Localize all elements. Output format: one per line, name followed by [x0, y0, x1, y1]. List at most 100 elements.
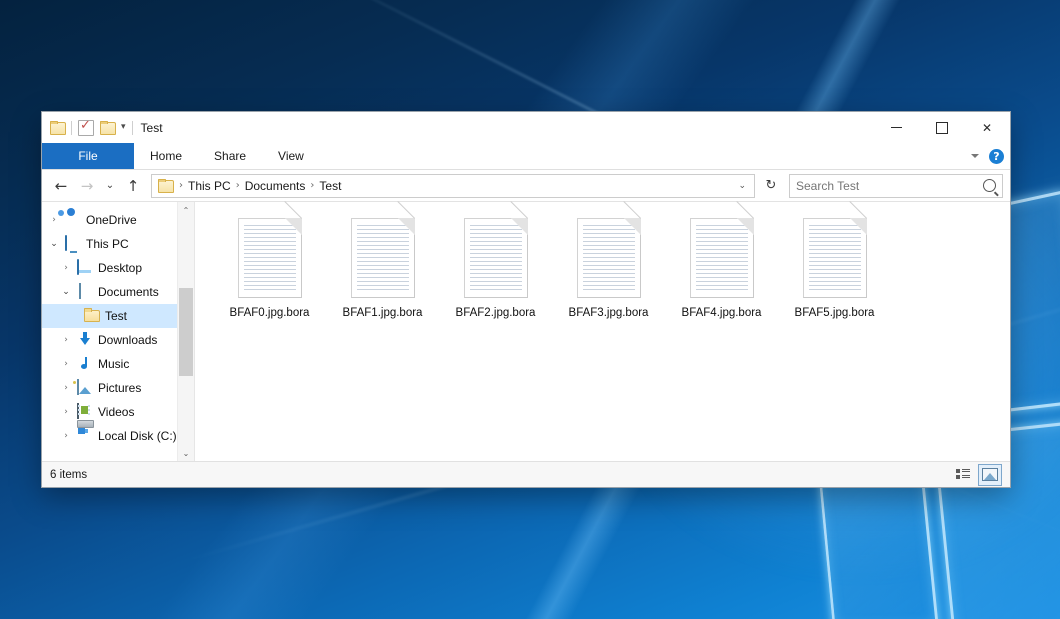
generic-file-icon: [803, 218, 867, 298]
navigation-bar: ← → ⌄ ↑ › This PC › Documents › Test ⌄ ↻…: [42, 170, 1010, 201]
tab-home[interactable]: Home: [134, 143, 198, 169]
disk-icon: [77, 428, 93, 444]
sidebar-item-downloads[interactable]: › Downloads: [42, 328, 194, 352]
sidebar-item-label: Music: [98, 357, 129, 371]
breadcrumb-separator: ›: [177, 180, 185, 191]
expander-icon[interactable]: ⌄: [48, 239, 60, 249]
file-item[interactable]: BFAF3.jpg.bora: [552, 214, 665, 319]
sidebar-item-label: Desktop: [98, 261, 142, 275]
sidebar-item-this-pc[interactable]: ⌄ This PC: [42, 232, 194, 256]
breadcrumb-separator: ›: [308, 180, 316, 191]
maximize-button[interactable]: [919, 112, 964, 143]
up-button[interactable]: ↑: [121, 174, 145, 198]
recent-locations-button[interactable]: ⌄: [101, 174, 119, 198]
breadcrumb-test[interactable]: Test: [316, 179, 344, 193]
properties-checkbox-icon[interactable]: [78, 120, 94, 136]
expander-icon[interactable]: ›: [60, 335, 72, 345]
search-box[interactable]: Search Test: [789, 174, 1003, 198]
sidebar-item-label: OneDrive: [86, 213, 137, 227]
breadcrumb-this-pc[interactable]: This PC: [185, 179, 234, 193]
quick-access-toolbar: ▾ Test: [50, 120, 163, 136]
minimize-icon: [891, 127, 902, 128]
pictures-icon: [77, 380, 93, 396]
expander-icon[interactable]: ›: [60, 407, 72, 417]
window-body: › OneDrive ⌄ This PC › Desktop ⌄ Documen…: [42, 201, 1010, 461]
file-name: BFAF1.jpg.bora: [343, 307, 423, 319]
address-dropdown-caret-icon[interactable]: ⌄: [734, 181, 750, 191]
file-item[interactable]: BFAF1.jpg.bora: [326, 214, 439, 319]
sidebar-item-label: Downloads: [98, 333, 157, 347]
file-grid: BFAF0.jpg.bora BFAF1.jpg.bora BFAF2.jpg.…: [213, 214, 1000, 319]
file-name: BFAF3.jpg.bora: [569, 307, 649, 319]
generic-file-icon: [577, 218, 641, 298]
window-controls: ✕: [874, 112, 1010, 143]
large-icons-view-icon[interactable]: [978, 464, 1002, 486]
forward-button: →: [75, 174, 99, 198]
address-folder-icon: [158, 179, 173, 192]
videos-icon: [77, 404, 93, 420]
details-view-icon[interactable]: [952, 465, 974, 485]
music-icon: [77, 356, 93, 372]
tab-file[interactable]: File: [42, 143, 134, 169]
close-button[interactable]: ✕: [964, 112, 1010, 143]
file-name: BFAF5.jpg.bora: [795, 307, 875, 319]
status-bar: 6 items: [42, 461, 1010, 487]
expander-icon[interactable]: ›: [60, 383, 72, 393]
back-button[interactable]: ←: [49, 174, 73, 198]
sidebar-item-label: Pictures: [98, 381, 141, 395]
toolbar-separator: [71, 121, 72, 135]
sidebar-item-local-disk-c[interactable]: › Local Disk (C:): [42, 424, 194, 448]
view-toggle-group: [952, 464, 1002, 486]
sidebar-item-label: Documents: [98, 285, 159, 299]
file-item[interactable]: BFAF4.jpg.bora: [665, 214, 778, 319]
maximize-icon: [936, 122, 948, 134]
expander-icon[interactable]: ›: [60, 431, 72, 441]
scrollbar-thumb[interactable]: [179, 288, 193, 376]
tab-share[interactable]: Share: [198, 143, 262, 169]
pc-icon: [65, 236, 81, 252]
folder-icon[interactable]: [50, 121, 65, 134]
chevron-down-icon[interactable]: [971, 154, 979, 158]
sidebar-item-desktop[interactable]: › Desktop: [42, 256, 194, 280]
search-icon[interactable]: [983, 179, 996, 192]
file-name: BFAF2.jpg.bora: [456, 307, 536, 319]
customize-toolbar-caret-icon[interactable]: ▾: [121, 123, 126, 132]
scroll-down-arrow-icon[interactable]: ⌄: [178, 445, 194, 461]
new-folder-icon[interactable]: [100, 121, 115, 134]
address-bar[interactable]: › This PC › Documents › Test ⌄: [151, 174, 755, 198]
sidebar-item-onedrive[interactable]: › OneDrive: [42, 208, 194, 232]
sidebar-item-music[interactable]: › Music: [42, 352, 194, 376]
ribbon-tab-strip: File Home Share View ?: [42, 143, 1010, 170]
file-item[interactable]: BFAF2.jpg.bora: [439, 214, 552, 319]
expander-icon[interactable]: ⌄: [60, 287, 72, 297]
help-icon[interactable]: ?: [989, 149, 1004, 164]
scroll-up-arrow-icon[interactable]: ⌃: [178, 202, 194, 218]
sidebar-item-documents[interactable]: ⌄ Documents: [42, 280, 194, 304]
sidebar-scrollbar[interactable]: ⌃ ⌄: [177, 202, 194, 461]
generic-file-icon: [464, 218, 528, 298]
search-input[interactable]: Search Test: [796, 179, 979, 193]
item-count-label: 6 items: [50, 469, 87, 481]
minimize-button[interactable]: [874, 112, 919, 143]
expander-icon[interactable]: ›: [60, 263, 72, 273]
sidebar-item-label: This PC: [86, 237, 129, 251]
breadcrumb-separator: ›: [234, 180, 242, 191]
refresh-button[interactable]: ↻: [761, 175, 781, 197]
expander-icon[interactable]: ›: [48, 215, 60, 225]
breadcrumb-documents[interactable]: Documents: [242, 179, 309, 193]
expander-icon[interactable]: ›: [60, 359, 72, 369]
file-list-pane[interactable]: BFAF0.jpg.bora BFAF1.jpg.bora BFAF2.jpg.…: [194, 202, 1010, 461]
generic-file-icon: [238, 218, 302, 298]
navigation-pane: › OneDrive ⌄ This PC › Desktop ⌄ Documen…: [42, 202, 194, 461]
ribbon-right-controls: ?: [971, 143, 1004, 169]
file-explorer-window: ▾ Test ✕ File Home Share View ? ← → ⌄ ↑ …: [42, 112, 1010, 487]
tab-view[interactable]: View: [262, 143, 320, 169]
generic-file-icon: [351, 218, 415, 298]
documents-icon: [77, 284, 93, 300]
sidebar-item-pictures[interactable]: › Pictures: [42, 376, 194, 400]
file-item[interactable]: BFAF0.jpg.bora: [213, 214, 326, 319]
sidebar-item-videos[interactable]: › Videos: [42, 400, 194, 424]
file-item[interactable]: BFAF5.jpg.bora: [778, 214, 891, 319]
sidebar-item-test[interactable]: Test: [42, 304, 194, 328]
folder-icon: [84, 308, 100, 324]
